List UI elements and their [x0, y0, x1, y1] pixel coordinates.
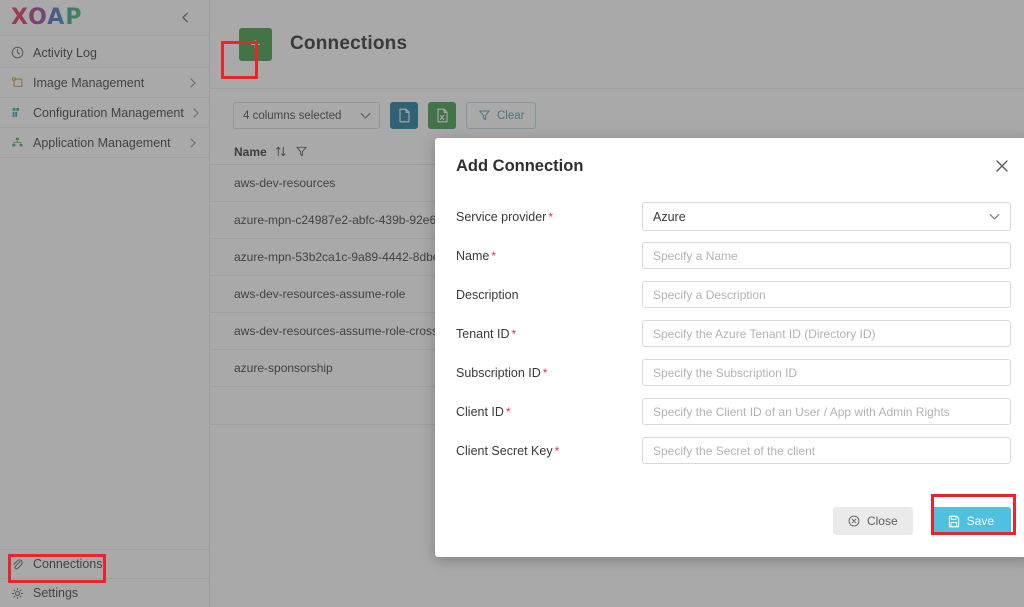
form-row-name: Name * — [456, 236, 1011, 275]
field-label: Tenant ID * — [456, 327, 642, 341]
required-asterisk: * — [505, 404, 511, 419]
add-connection-dialog: Add Connection Service provider* Azure — [435, 138, 1024, 557]
dialog-header: Add Connection — [435, 138, 1024, 176]
field-label: Name * — [456, 249, 642, 263]
field-control — [642, 320, 1011, 347]
service-provider-value: Azure — [653, 209, 686, 224]
field-label-text: Client ID — [456, 404, 504, 419]
required-asterisk: * — [542, 365, 548, 380]
close-button[interactable]: Close — [832, 507, 913, 535]
required-asterisk: * — [554, 443, 560, 458]
field-label: Client ID * — [456, 405, 642, 419]
close-button-label: Close — [866, 514, 898, 528]
field-label-text: Subscription ID — [456, 365, 541, 380]
save-disk-icon — [948, 515, 960, 528]
chevron-down-icon — [989, 213, 1000, 221]
form-row-client-id: Client ID * — [456, 392, 1011, 431]
field-label: Client Secret Key * — [456, 444, 642, 458]
field-label: Description — [456, 288, 642, 302]
required-asterisk: * — [491, 248, 497, 263]
circle-x-icon — [848, 515, 860, 527]
client-secret-key-input[interactable] — [642, 437, 1011, 464]
form-row-description: Description — [456, 275, 1011, 314]
field-label: Subscription ID * — [456, 366, 642, 380]
field-label-text: Description — [456, 287, 519, 302]
name-input[interactable] — [642, 242, 1011, 269]
save-button[interactable]: Save — [930, 507, 1011, 535]
field-control — [642, 398, 1011, 425]
form-row-subscription-id: Subscription ID * — [456, 353, 1011, 392]
client-id-input[interactable] — [642, 398, 1011, 425]
dialog-title: Add Connection — [456, 157, 584, 175]
required-asterisk: * — [511, 326, 517, 341]
save-button-label: Save — [966, 514, 994, 528]
app-root: XOAP Activity Log Image Management Confi… — [0, 0, 1024, 607]
field-control — [642, 281, 1011, 308]
connection-form: Service provider * Azure Name * Specify … — [435, 176, 1024, 470]
service-provider-select[interactable]: Azure — [642, 202, 1011, 231]
required-asterisk: * — [548, 209, 553, 224]
field-control — [642, 359, 1011, 386]
description-input[interactable] — [642, 281, 1011, 308]
tenant-id-input[interactable] — [642, 320, 1011, 347]
field-label-text: Client Secret Key — [456, 443, 553, 458]
dialog-footer: Close Save — [832, 507, 1011, 535]
field-label-text: Service provider — [456, 209, 547, 224]
field-label-text: Tenant ID — [456, 326, 510, 341]
field-control — [642, 437, 1011, 464]
form-row-client-secret-key: Client Secret Key * — [456, 431, 1011, 470]
close-icon[interactable] — [991, 157, 1013, 175]
field-control — [642, 242, 1011, 269]
form-row-tenant-id: Tenant ID * — [456, 314, 1011, 353]
subscription-id-input[interactable] — [642, 359, 1011, 386]
field-control: Azure — [642, 202, 1011, 231]
field-label: Service provider * — [456, 210, 642, 224]
field-label-text: Name — [456, 248, 490, 263]
form-row-service-provider: Service provider * Azure — [456, 197, 1011, 236]
